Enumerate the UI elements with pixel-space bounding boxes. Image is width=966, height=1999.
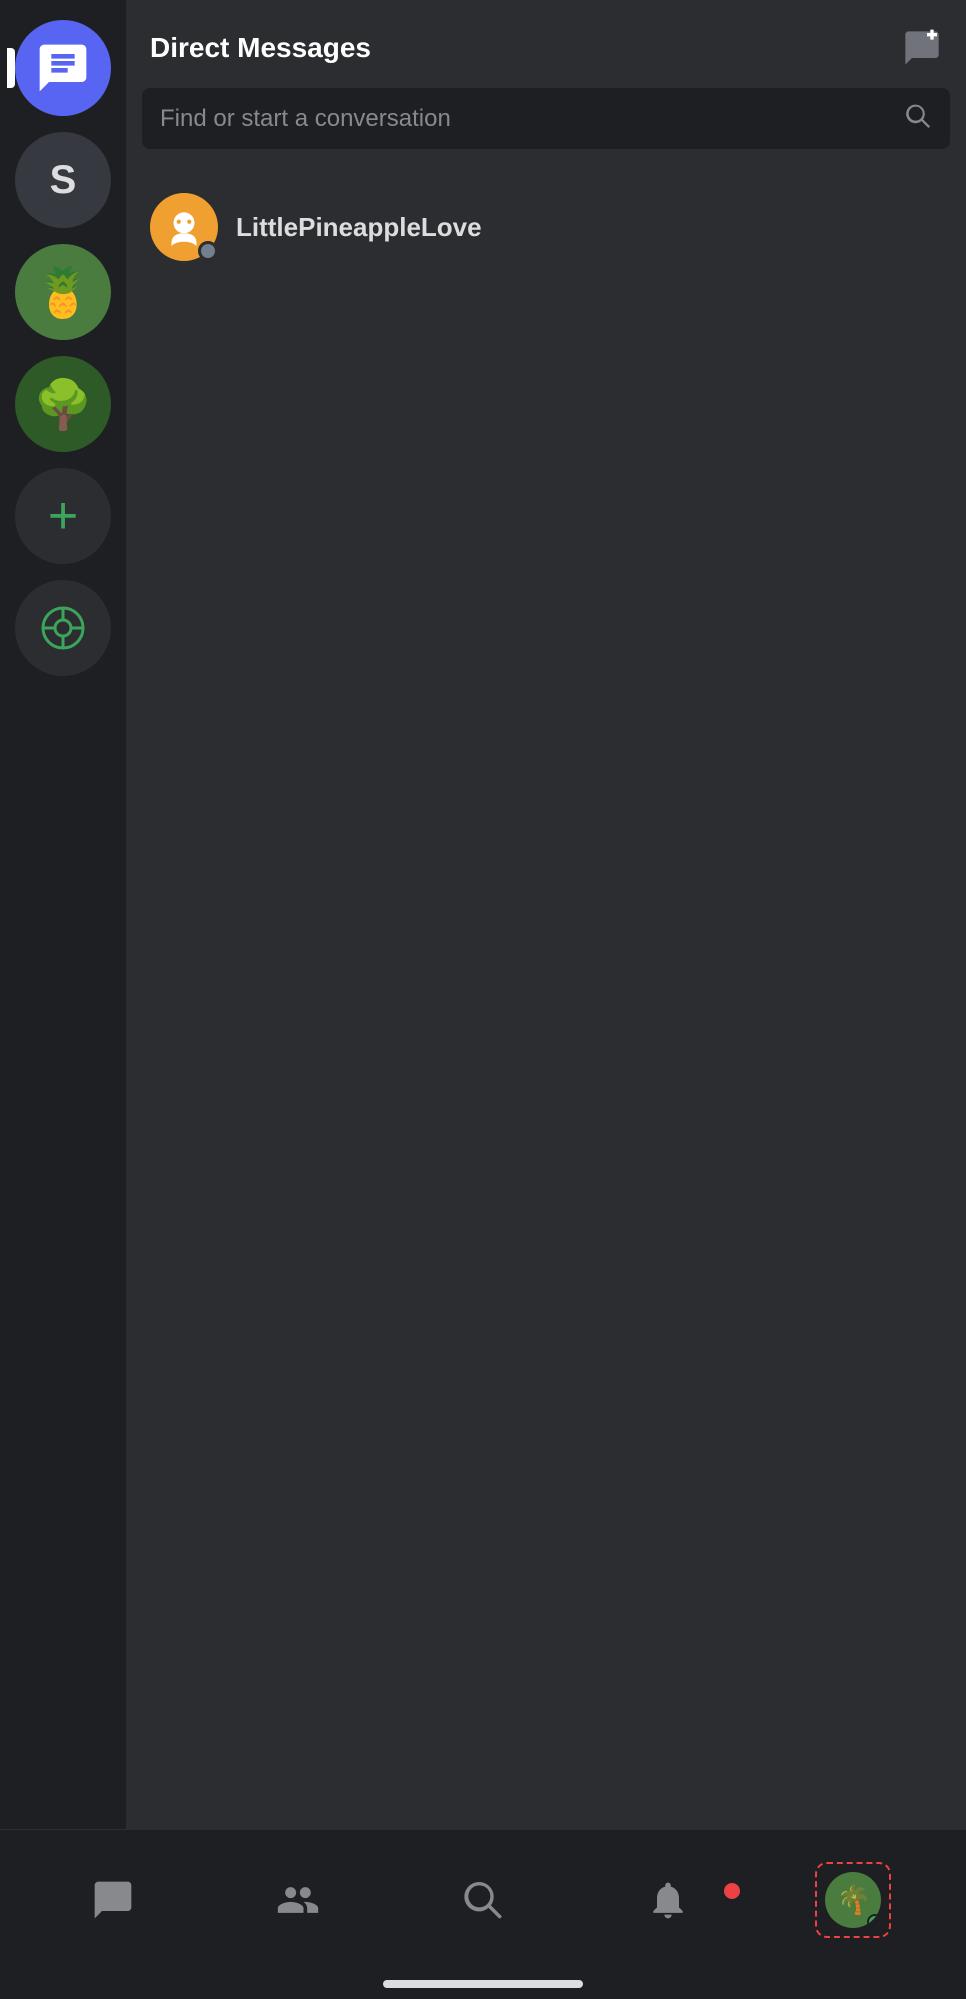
dm-panel-header: Direct Messages — [126, 0, 966, 88]
dm-list: LittlePineappleLove — [126, 169, 966, 1829]
dm-avatar-wrap — [150, 193, 218, 261]
bottom-nav-friends[interactable] — [205, 1868, 390, 1932]
server-icon-s[interactable]: S — [15, 132, 111, 228]
search-icon — [904, 102, 932, 135]
search-input[interactable] — [160, 105, 892, 133]
bottom-nav-home[interactable] — [20, 1868, 205, 1932]
page-title: Direct Messages — [150, 32, 371, 64]
home-indicator — [0, 1969, 966, 1999]
server-list: S 🍍 🌳 + — [0, 0, 126, 1829]
server-icon-add[interactable]: + — [15, 468, 111, 564]
notification-badge — [721, 1880, 743, 1902]
bottom-nav-notifications[interactable] — [576, 1868, 761, 1932]
dm-panel: Direct Messages — [126, 0, 966, 1829]
profile-badge-wrap: 🌴 — [815, 1862, 891, 1938]
home-bar — [383, 1980, 583, 1988]
server-icon-dm-home[interactable] — [15, 20, 111, 116]
status-badge — [198, 241, 218, 261]
profile-avatar: 🌴 — [825, 1872, 881, 1928]
server-icon-tree[interactable]: 🌳 — [15, 356, 111, 452]
dm-list-item[interactable]: LittlePineappleLove — [134, 177, 958, 277]
dm-username: LittlePineappleLove — [236, 212, 482, 243]
new-dm-button[interactable] — [902, 28, 942, 68]
server-icon-discover[interactable] — [15, 580, 111, 676]
bottom-nav-search[interactable] — [390, 1868, 575, 1932]
server-icon-pineapple[interactable]: 🍍 — [15, 244, 111, 340]
profile-online-indicator — [867, 1914, 881, 1928]
bottom-nav: 🌴 — [0, 1829, 966, 1969]
bottom-nav-profile[interactable]: 🌴 — [761, 1852, 946, 1948]
search-bar[interactable] — [142, 88, 950, 149]
